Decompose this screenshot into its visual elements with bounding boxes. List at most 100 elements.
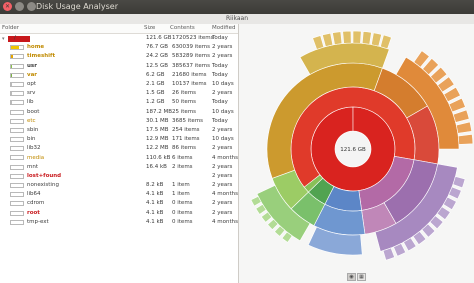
tree-row[interactable]: boot 187.2 MB 25 items 10 days	[0, 108, 238, 117]
tree-row[interactable]: var 6.2 GB 21680 items Today	[0, 71, 238, 80]
folder-name: nonexisting	[27, 182, 59, 189]
folder-modified: 2 years	[212, 163, 233, 170]
ring-segment-leaf[interactable]	[448, 97, 466, 113]
folder-size: 12.5 GB	[146, 62, 169, 69]
ring-segment-leaf[interactable]	[382, 247, 395, 261]
tree-row[interactable]: ▾/121.6 GB 1720523 items Today	[0, 34, 238, 43]
minimize-button[interactable]	[15, 2, 24, 11]
close-button[interactable]: ✕	[3, 2, 12, 11]
column-modified[interactable]: Modified	[212, 24, 238, 33]
folder-size: 1.2 GB	[146, 99, 165, 106]
ring-segment-leaf[interactable]	[457, 134, 474, 145]
usage-bar	[10, 72, 24, 78]
tree-row[interactable]: tmp-ext 4.1 kB 0 items 4 months	[0, 218, 238, 227]
folder-name: cdrom	[27, 200, 45, 207]
tree-row[interactable]: etc 30.1 MB 3685 items Today	[0, 117, 238, 126]
ring-chart[interactable]: 121.6 GB	[239, 24, 474, 268]
column-size[interactable]: Size	[144, 24, 170, 33]
usage-bar	[10, 127, 24, 133]
tree-row[interactable]: root 4.1 kB 0 items 2 years	[0, 209, 238, 218]
folder-name: home	[27, 44, 45, 51]
ring-segment-leaf[interactable]	[352, 30, 362, 44]
tree-row[interactable]: sbin 17.5 MB 254 items 2 years	[0, 126, 238, 135]
usage-bar-fill	[11, 82, 12, 86]
tree-row[interactable]: lib64 4.1 kB 1 item 4 months	[0, 190, 238, 199]
folder-name: srv	[27, 90, 36, 97]
usage-bar	[10, 45, 24, 51]
folder-name: var	[27, 71, 38, 78]
folder-modified: 4 months	[212, 154, 238, 161]
folder-size: 1.5 GB	[146, 90, 165, 97]
usage-bar	[10, 201, 24, 207]
tree-row[interactable]: opt 2.1 GB 10137 items 10 days	[0, 80, 238, 89]
folder-contents: 86 items	[172, 145, 197, 152]
folder-modified: Today	[212, 99, 228, 106]
tree-row[interactable]: lib32 12.2 MB 86 items 2 years	[0, 144, 238, 153]
folder-contents: 583289 items	[172, 53, 211, 60]
ring-segment-leaf[interactable]	[452, 176, 466, 189]
folder-contents: 1720523 items	[172, 35, 214, 42]
column-folder[interactable]: Folder	[0, 24, 144, 33]
folder-size: 121.6 GB	[146, 35, 172, 42]
usage-bar	[10, 118, 24, 124]
tree-header: Folder Size Contents Modified	[0, 24, 238, 34]
ring-segment-leaf[interactable]	[322, 32, 334, 47]
folder-contents: 2 items	[172, 163, 193, 170]
tree-row[interactable]: timeshift 24.2 GB 583289 items 2 years	[0, 52, 238, 61]
folder-size: 4.1 kB	[146, 191, 164, 198]
column-contents[interactable]: Contents	[170, 24, 212, 33]
folder-name: sbin	[27, 126, 39, 133]
folder-contents: 1 item	[172, 191, 190, 198]
chart-pane: 121.6 GB	[239, 24, 474, 283]
folder-contents: 1 item	[172, 182, 190, 189]
ring-segment-leaf[interactable]	[342, 30, 352, 44]
ring-segment-leaf[interactable]	[452, 109, 470, 123]
folder-modified: 4 months	[212, 218, 238, 225]
folder-contents: 254 items	[172, 126, 200, 133]
tree-row[interactable]: cdrom 4.1 kB 0 items 2 years	[0, 199, 238, 208]
tree-row[interactable]: nonexisting 8.2 kB 1 item 2 years	[0, 181, 238, 190]
folder-tree[interactable]: Folder Size Contents Modified ▾/121.6 GB…	[0, 24, 239, 283]
tree-row[interactable]: usr 12.5 GB 385637 items Today	[0, 62, 238, 71]
maximize-button[interactable]	[27, 2, 36, 11]
tree-row[interactable]: bin 12.9 MB 171 items 10 days	[0, 135, 238, 144]
tree-row[interactable]: mnt 16.4 kB 2 items 2 years	[0, 163, 238, 172]
folder-contents: 0 items	[172, 218, 193, 225]
folder-contents: 6 items	[172, 154, 193, 161]
ring-segment-leaf[interactable]	[312, 35, 325, 50]
usage-bar	[10, 91, 24, 97]
usage-bar	[10, 173, 24, 179]
usage-bar	[10, 81, 24, 87]
folder-modified: Today	[212, 62, 228, 69]
treemap-chart-button[interactable]: ▦	[357, 273, 366, 281]
folder-size: 17.5 MB	[146, 126, 169, 133]
ring-segment-leaf[interactable]	[455, 121, 473, 134]
center-size-label: 121.6 GB	[340, 147, 366, 153]
folder-modified: 2 years	[212, 182, 233, 189]
usage-bar	[10, 210, 24, 216]
folder-modified: 10 days	[212, 81, 234, 88]
folder-modified: 10 days	[212, 108, 234, 115]
usage-bar	[10, 109, 24, 115]
folder-size: 4.1 kB	[146, 209, 164, 216]
folder-name: tmp-ext	[27, 218, 49, 225]
folder-contents: 0 items	[172, 209, 193, 216]
folder-name: mnt	[27, 163, 38, 170]
ring-segment-leaf[interactable]	[361, 31, 372, 45]
tree-row[interactable]: srv 1.5 GB 26 items 2 years	[0, 89, 238, 98]
ring-segment-leaf[interactable]	[371, 32, 382, 47]
ring-segment-leaf[interactable]	[332, 31, 343, 45]
rings-chart-button[interactable]: ◉	[347, 273, 356, 281]
tree-row[interactable]: media 110.6 kB 6 items 4 months	[0, 153, 238, 162]
folder-contents: 385637 items	[172, 62, 211, 69]
folder-contents: 10137 items	[172, 81, 207, 88]
tree-row[interactable]: lost+found 2 years	[0, 172, 238, 181]
folder-name: bin	[27, 136, 36, 143]
folder-size: 76.7 GB	[146, 44, 169, 51]
tree-row[interactable]: lib 1.2 GB 50 items Today	[0, 98, 238, 107]
ring-segment-leaf[interactable]	[380, 34, 392, 50]
location-label[interactable]: Riikaan	[0, 14, 474, 24]
folder-size: 4.1 kB	[146, 200, 164, 207]
folder-size: 110.6 kB	[146, 154, 171, 161]
tree-row[interactable]: home 76.7 GB 630039 items 2 years	[0, 43, 238, 52]
